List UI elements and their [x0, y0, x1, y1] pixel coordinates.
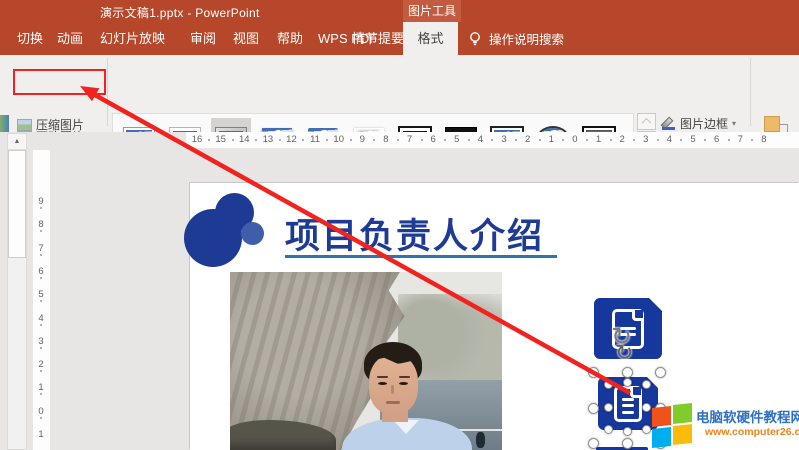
selection-handle-inner[interactable] — [604, 425, 613, 434]
ruler-number: 7 — [733, 134, 747, 145]
ruler-number: 6 — [710, 134, 724, 145]
left-scrollbar[interactable]: ▲ — [7, 133, 27, 450]
slide-title[interactable]: 项目负责人介绍 — [285, 208, 544, 259]
selection-handle-outer[interactable] — [588, 438, 599, 449]
ruler-number: 1 — [34, 382, 48, 393]
folded-corner-icon — [648, 297, 663, 312]
ruler-number: 13 — [261, 134, 275, 145]
scrollbar-up-arrow-icon[interactable]: ▲ — [8, 134, 26, 150]
photo-face-eye — [378, 382, 387, 385]
ruler-number: 5 — [34, 289, 48, 300]
ruler-number: 3 — [497, 134, 511, 145]
ruler-number: 3 — [34, 336, 48, 347]
ruler-number: 8 — [379, 134, 393, 145]
selection-handle-inner[interactable] — [623, 378, 632, 387]
ruler-number: 0 — [34, 406, 48, 417]
vertical-ruler: 9 8 7 6 5 4 3 2 1 0 1 — [33, 150, 50, 450]
ruler-number: 4 — [662, 134, 676, 145]
rotate-cursor-icon: ↻ — [615, 341, 633, 366]
selection-handle-inner[interactable] — [642, 380, 651, 389]
photo-face-eye — [399, 382, 408, 385]
horizontal-ruler: 16151413121110987654321012345678 — [186, 132, 799, 148]
ruler-number: 7 — [403, 134, 417, 145]
photo-distant-person — [476, 432, 485, 448]
ruler-number: 8 — [757, 134, 771, 145]
ruler-number: 14 — [237, 134, 251, 145]
ruler-number: 7 — [34, 243, 48, 254]
photo-face-brow — [377, 376, 388, 378]
selection-handle-outer[interactable] — [588, 403, 599, 414]
ruler-number: 6 — [34, 266, 48, 277]
decorative-circle-small[interactable] — [241, 222, 264, 245]
group-separator — [750, 58, 751, 126]
photo-face-mouth — [386, 401, 400, 404]
ruler-number: 4 — [34, 313, 48, 324]
ruler-number: 15 — [214, 134, 228, 145]
group-separator — [107, 58, 108, 126]
tab-format[interactable]: 格式 — [403, 22, 458, 55]
menu-tab-8[interactable]: 情节提要 — [352, 22, 404, 55]
slide-editor-area: 16151413121110987654321012345678 9876543… — [0, 132, 799, 450]
annotation-highlight-box — [13, 69, 106, 95]
ruler-number: 1 — [544, 134, 558, 145]
ruler-number: 11 — [308, 134, 322, 145]
watermark-site-url: www.computer26.com — [705, 426, 799, 438]
gallery-scroll-up-button[interactable] — [637, 113, 656, 130]
picture-tools-contextual-header: 图片工具 — [403, 0, 461, 22]
tell-me-label: 操作说明搜索 — [489, 29, 564, 48]
ruler-number: 9 — [34, 196, 48, 207]
selection-handle-outer[interactable] — [622, 367, 633, 378]
title-bar: 演示文稿1.pptx - PowerPoint 图片工具 — [0, 0, 799, 22]
photo-face-nose — [391, 385, 394, 394]
windows-logo-icon — [652, 404, 694, 446]
selection-handle-outer[interactable] — [588, 367, 599, 378]
photo-face-brow — [399, 376, 410, 378]
ruler-number: 1 — [592, 134, 606, 145]
ruler-number: 4 — [473, 134, 487, 145]
ruler-number: 2 — [521, 134, 535, 145]
selection-handle-outer[interactable] — [655, 367, 666, 378]
title-underline — [285, 255, 557, 258]
ruler-number: 6 — [426, 134, 440, 145]
photo-man-collar — [393, 420, 419, 434]
ruler-number: 12 — [284, 134, 298, 145]
ruler-number: 0 — [568, 134, 582, 145]
ruler-number: 3 — [639, 134, 653, 145]
powerpoint-window: 演示文稿1.pptx - PowerPoint 图片工具 切换动画幻灯片放映审阅… — [0, 0, 799, 450]
ruler-number: 9 — [355, 134, 369, 145]
menu-tab-3[interactable]: 幻灯片放映 — [100, 22, 165, 55]
picture-border-button[interactable]: 图片边框 ▾ — [662, 115, 736, 132]
scrollbar-thumb[interactable] — [8, 150, 26, 258]
bring-forward-icon — [764, 116, 780, 132]
watermark: 电脑软硬件教程网 www.computer26.com — [650, 402, 799, 450]
portrait-photo[interactable] — [230, 272, 502, 450]
selection-handle-inner[interactable] — [623, 427, 632, 436]
tell-me-search[interactable]: 操作说明搜索 — [468, 22, 564, 55]
ruler-number: 5 — [686, 134, 700, 145]
menu-tab-5[interactable]: 视图 — [233, 22, 259, 55]
ruler-number: 8 — [34, 219, 48, 230]
ruler-number: 5 — [450, 134, 464, 145]
menu-tab-4[interactable]: 审阅 — [190, 22, 216, 55]
page-glyph — [614, 386, 642, 422]
menu-tab-1[interactable]: 切换 — [17, 22, 43, 55]
ruler-number: 1 — [34, 429, 48, 440]
selection-handle-outer[interactable] — [622, 438, 633, 449]
photo-man-face — [369, 354, 418, 414]
selection-handle-inner[interactable] — [604, 380, 613, 389]
menu-tab-6[interactable]: 帮助 — [277, 22, 303, 55]
menu-tab-2[interactable]: 动画 — [57, 22, 83, 55]
picture-border-dropdown-icon[interactable]: ▾ — [732, 119, 736, 128]
ruler-number: 10 — [332, 134, 346, 145]
ribbon-format: 果 压缩图片 ↻ 更改图片 ▾ ↺ 重置图片 ▾ 图片边框 ▾ — [0, 55, 799, 133]
ruler-number: 16 — [190, 134, 204, 145]
ruler-number: 2 — [34, 359, 48, 370]
ruler-number: 2 — [615, 134, 629, 145]
window-title: 演示文稿1.pptx - PowerPoint — [100, 4, 260, 21]
watermark-site-name: 电脑软硬件教程网 — [696, 406, 799, 426]
lightbulb-icon — [468, 31, 482, 46]
ribbon-tab-bar: 切换动画幻灯片放映审阅视图帮助WPS PDF情节提要 格式 操作说明搜索 — [0, 22, 799, 55]
picture-border-icon — [662, 117, 676, 130]
selection-handle-inner[interactable] — [604, 403, 613, 412]
